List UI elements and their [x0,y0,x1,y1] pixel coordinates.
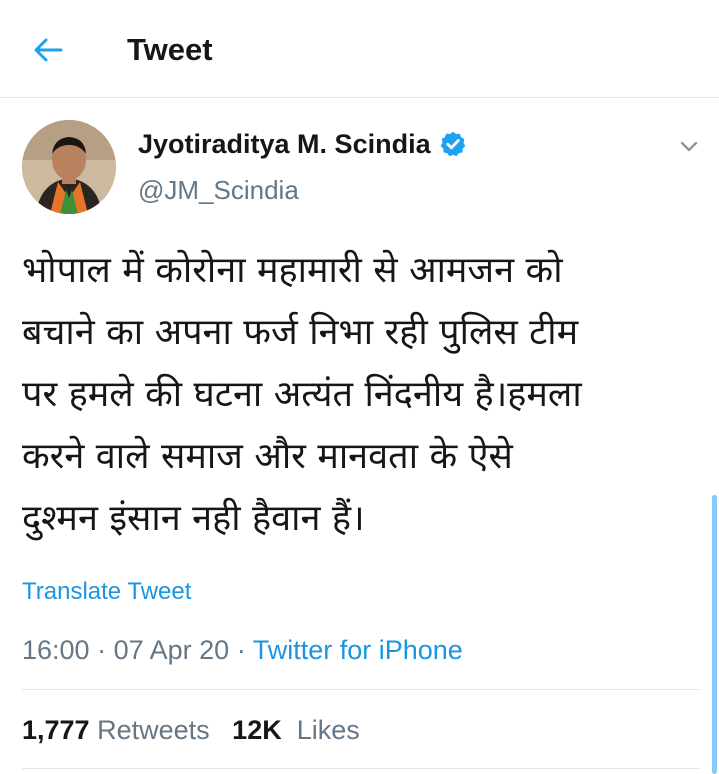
avatar[interactable] [22,120,116,214]
meta-separator: · [97,635,107,665]
likes-label: Likes [296,715,360,745]
scrollbar[interactable] [712,495,717,774]
divider [22,689,700,690]
meta-separator: · [236,635,246,665]
likes-count: 12K [232,715,282,745]
tweet-date: 07 Apr 20 [113,635,230,665]
author-handle[interactable]: @JM_Scindia [138,172,299,208]
page-title: Tweet [127,32,213,67]
tweet-line: बचाने का अपना फर्ज निभा रही पुलिस टीम [22,312,579,353]
author-name[interactable]: Jyotiraditya M. Scindia [138,126,467,162]
tweet-line: करने वाले समाज और मानवता के ऐसे [22,436,513,477]
tweet-time: 16:00 [22,635,90,665]
tweet-source-link[interactable]: Twitter for iPhone [253,635,463,665]
translate-tweet-link[interactable]: Translate Tweet [22,576,191,608]
verified-badge-icon [440,131,465,157]
retweets-count: 1,777 [22,715,90,745]
more-options-button[interactable] [675,135,703,157]
profile-photo [22,120,116,214]
tweet-line: भोपाल में कोरोना महामारी से आमजन को [22,250,563,291]
back-arrow-icon [34,38,63,62]
retweets-label: Retweets [97,715,210,745]
engagement-stats: 1,777 Retweets 12K Likes [22,712,360,748]
chevron-down-icon [680,141,698,152]
tweet-line: दुश्मन इंसान नही हैवान हैं। [22,498,365,539]
retweets-stat[interactable]: 1,777 Retweets [22,715,210,745]
top-bar: Tweet [0,0,719,98]
back-button[interactable] [26,30,70,70]
tweet-line: पर हमले की घटना अत्यंत निंदनीय है।हमला [22,374,582,415]
tweet-text: भोपाल में कोरोना महामारी से आमजन को बचान… [22,240,702,550]
likes-stat[interactable]: 12K Likes [232,715,360,745]
author-name-text: Jyotiraditya M. Scindia [138,129,431,159]
tweet-meta: 16:00 · 07 Apr 20 · Twitter for iPhone [22,632,463,668]
divider [22,768,700,769]
